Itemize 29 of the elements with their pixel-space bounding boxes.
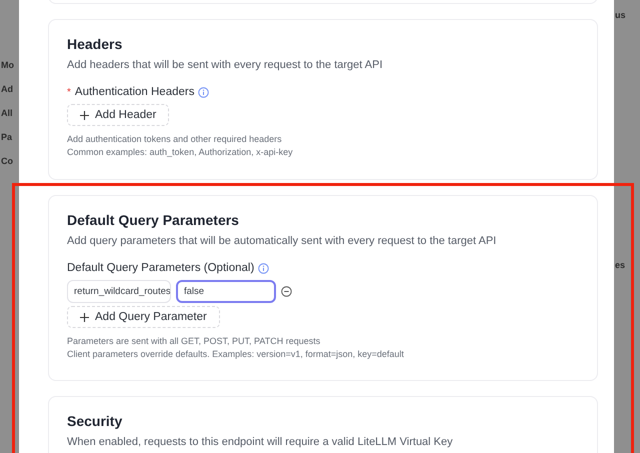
required-mark: * — [67, 86, 71, 98]
plus-icon — [80, 312, 89, 322]
background-text: us — [615, 10, 627, 20]
add-button[interactable]: Add Header — [67, 104, 170, 126]
section-description: Add headers that will be sent with every request to the target API — [67, 58, 384, 72]
info-icon — [258, 262, 270, 274]
hint-text: Parameters are sent with all GET, POST, PUT, PATCH requests — [67, 336, 322, 347]
section-title: Headers — [67, 36, 124, 53]
value-field[interactable]: false — [176, 280, 276, 303]
background-text: Co — [1, 156, 14, 166]
section-title: Default Query Parameters — [67, 212, 240, 229]
hint-text: Add authentication tokens and other required headers — [67, 134, 283, 145]
background-text: Mo — [1, 60, 15, 70]
field-label: Authentication Headers — [74, 86, 194, 98]
section-title: Security — [67, 413, 124, 430]
background-text: Pa — [1, 132, 14, 142]
plus-icon — [80, 110, 89, 120]
section-description: When enabled, requests to this endpoint will require a valid LiteLLM Virtual Key — [67, 435, 454, 449]
background-text: Ad — [1, 84, 14, 94]
hint-text: Client parameters override defaults. Examples: version=v1, format=json, key=default — [67, 349, 405, 360]
info-icon — [198, 86, 210, 98]
background-text: es — [615, 260, 626, 270]
add-button[interactable]: Add Query Parameter — [67, 306, 220, 328]
field-label: Default Query Parameters (Optional) — [67, 262, 254, 274]
background-text: All — [1, 108, 14, 118]
remove-icon[interactable] — [281, 286, 292, 297]
section-description: Add query parameters that will be automatically sent with every request to the target API — [67, 234, 498, 248]
hint-text: Common examples: auth_token, Authorization, x-api-key — [67, 147, 294, 158]
key-field[interactable]: return_wildcard_routes — [67, 280, 171, 303]
